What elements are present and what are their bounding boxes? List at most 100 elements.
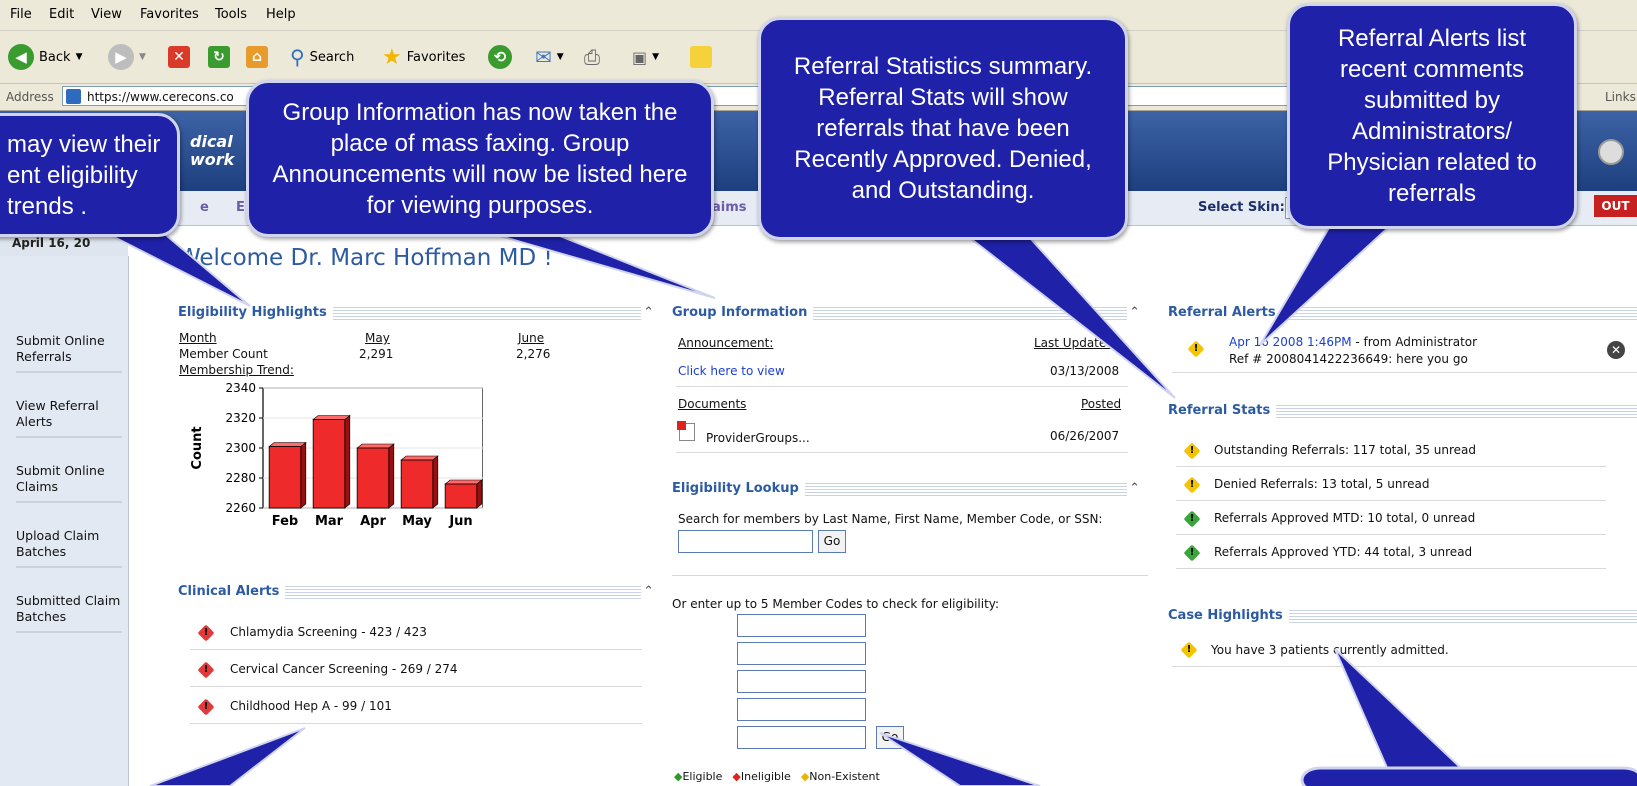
sidebar: Submit Online Referrals View Referral Al… bbox=[0, 256, 129, 786]
refresh-icon: ↻ bbox=[208, 46, 230, 68]
menu-favorites[interactable]: Favorites bbox=[140, 7, 199, 22]
y-tick-label: 2300 bbox=[225, 441, 256, 455]
notes-button[interactable] bbox=[690, 43, 712, 71]
history-button[interactable]: ⟲ bbox=[488, 43, 512, 71]
mail-button[interactable]: ✉ ▼ bbox=[535, 43, 564, 71]
col-june-header: June bbox=[518, 331, 545, 345]
nav-item-eligibility[interactable]: E bbox=[236, 200, 245, 215]
col-may-value: 2,291 bbox=[359, 347, 394, 361]
star-icon: ★ bbox=[382, 44, 402, 70]
referral-stat-item[interactable]: Referrals Approved YTD: 44 total, 3 unre… bbox=[1214, 545, 1472, 559]
eligibility-lookup-header: Eligibility Lookup ⌃ bbox=[672, 481, 1142, 497]
referral-stats-header: Referral Stats bbox=[1168, 403, 1637, 419]
member-search-input[interactable] bbox=[678, 530, 813, 553]
address-label: Address bbox=[6, 90, 54, 104]
logout-button[interactable]: OUT bbox=[1594, 195, 1637, 217]
logo: dical work bbox=[190, 132, 235, 169]
search-go-button[interactable]: Go bbox=[818, 530, 846, 553]
menu-file[interactable]: File bbox=[10, 7, 32, 22]
nav-item-claims[interactable]: aims bbox=[712, 200, 747, 215]
multi-instruction: Or enter up to 5 Member Codes to check f… bbox=[672, 597, 1000, 611]
group-info-header: Group Information ⌃ bbox=[672, 305, 1142, 321]
collapse-icon[interactable]: ⌃ bbox=[1127, 481, 1142, 496]
forward-arrow-icon: ▶ bbox=[108, 44, 134, 70]
y-axis-label: Count bbox=[190, 426, 205, 469]
menu-help[interactable]: Help bbox=[266, 7, 296, 22]
member-code-input-2[interactable] bbox=[737, 642, 866, 665]
print-icon: ⎙ bbox=[584, 45, 600, 69]
click-here-link[interactable]: Click here to view bbox=[678, 364, 785, 378]
sidebar-item-upload-batches[interactable]: Upload Claim Batches bbox=[16, 528, 122, 568]
lookup-instruction: Search for members by Last Name, First N… bbox=[678, 512, 1103, 526]
member-code-input-5[interactable] bbox=[737, 726, 866, 749]
document-link[interactable]: ProviderGroups... bbox=[706, 431, 810, 445]
page-icon bbox=[66, 89, 81, 104]
y-tick-label: 2340 bbox=[225, 381, 256, 395]
divider bbox=[1176, 500, 1606, 501]
note-icon bbox=[690, 46, 712, 68]
stop-button[interactable]: ✕ bbox=[168, 43, 190, 71]
multi-go-button[interactable]: Go bbox=[876, 726, 904, 749]
divider bbox=[1176, 568, 1606, 569]
callout-referral-alerts: Referral Alerts list recent comments sub… bbox=[1287, 3, 1577, 229]
callout-eligibility: may view their ent eligibility trends . bbox=[0, 113, 180, 237]
menu-view[interactable]: View bbox=[91, 7, 122, 22]
back-button[interactable]: ◀ Back ▼ bbox=[8, 43, 82, 71]
eligibility-header: Eligibility Highlights ⌃ bbox=[178, 305, 656, 321]
bar-top bbox=[356, 443, 395, 449]
referral-stat-item[interactable]: Outstanding Referrals: 117 total, 35 unr… bbox=[1214, 443, 1476, 457]
alert-icon: ! bbox=[197, 698, 215, 716]
sidebar-item-submitted-batches[interactable]: Submitted Claim Batches bbox=[16, 593, 122, 633]
bar-top bbox=[268, 442, 307, 447]
favorites-button[interactable]: ★ Favorites bbox=[382, 43, 465, 71]
search-button[interactable]: ⚲ Search bbox=[290, 43, 354, 71]
clinical-alert-item: Cervical Cancer Screening - 269 / 274 bbox=[230, 662, 458, 676]
bar-side bbox=[344, 414, 351, 509]
bar-top bbox=[444, 479, 483, 485]
bar-mar bbox=[312, 419, 346, 509]
documents-label: Documents bbox=[678, 397, 747, 411]
member-code-input-4[interactable] bbox=[737, 698, 866, 721]
collapse-icon[interactable]: ⌃ bbox=[641, 584, 656, 599]
sidebar-item-view-alerts[interactable]: View Referral Alerts bbox=[16, 398, 122, 438]
member-code-input-3[interactable] bbox=[737, 670, 866, 693]
home-button[interactable]: ⌂ bbox=[246, 43, 268, 71]
links-label[interactable]: Links bbox=[1605, 90, 1636, 104]
forward-button[interactable]: ▶ ▼ bbox=[108, 43, 146, 71]
refresh-button[interactable]: ↻ bbox=[208, 43, 230, 71]
bar-top bbox=[312, 415, 351, 420]
alert-time-link[interactable]: Apr 16 2008 1:46PM - from Administrator bbox=[1229, 335, 1477, 349]
divider bbox=[1172, 372, 1637, 373]
referral-stat-item[interactable]: Referrals Approved MTD: 10 total, 0 unre… bbox=[1214, 511, 1475, 525]
member-code-input-1[interactable] bbox=[737, 614, 866, 637]
sidebar-item-submit-claims[interactable]: Submit Online Claims bbox=[16, 463, 122, 503]
divider bbox=[1172, 666, 1637, 667]
edit-button[interactable]: ▣ ▼ bbox=[632, 43, 659, 71]
collapse-icon[interactable]: ⌃ bbox=[1127, 305, 1142, 320]
eligibility-legend: ◆Eligible ◆Ineligible ◆Non-Existent bbox=[674, 770, 880, 783]
bar-top bbox=[400, 455, 439, 461]
bar-apr bbox=[356, 447, 390, 509]
menu-edit[interactable]: Edit bbox=[49, 7, 74, 22]
clinical-alerts-header: Clinical Alerts ⌃ bbox=[178, 584, 656, 600]
sidebar-item-submit-referrals[interactable]: Submit Online Referrals bbox=[16, 333, 122, 373]
home-icon: ⌂ bbox=[246, 46, 268, 68]
referral-stat-item[interactable]: Denied Referrals: 13 total, 5 unread bbox=[1214, 477, 1429, 491]
clinical-alert-item: Chlamydia Screening - 423 / 423 bbox=[230, 625, 427, 639]
menu-tools[interactable]: Tools bbox=[215, 7, 247, 22]
bar-may bbox=[400, 459, 434, 509]
alert-icon: ! bbox=[197, 661, 215, 679]
legend-ineligible: ◆Ineligible bbox=[732, 770, 791, 783]
print-button[interactable]: ⎙ bbox=[584, 43, 600, 71]
close-icon[interactable]: ✕ bbox=[1607, 341, 1625, 359]
warning-icon: ! bbox=[1180, 641, 1198, 659]
col-june-value: 2,276 bbox=[516, 347, 551, 361]
y-tick-label: 2320 bbox=[225, 411, 256, 425]
nav-item-home[interactable]: e bbox=[200, 200, 209, 215]
divider bbox=[190, 723, 642, 724]
bar-feb bbox=[268, 446, 302, 509]
approved-icon: ! bbox=[1183, 544, 1201, 562]
collapse-icon[interactable]: ⌃ bbox=[641, 305, 656, 320]
select-skin-label: Select Skin: bbox=[1198, 200, 1285, 215]
divider bbox=[1176, 466, 1606, 467]
